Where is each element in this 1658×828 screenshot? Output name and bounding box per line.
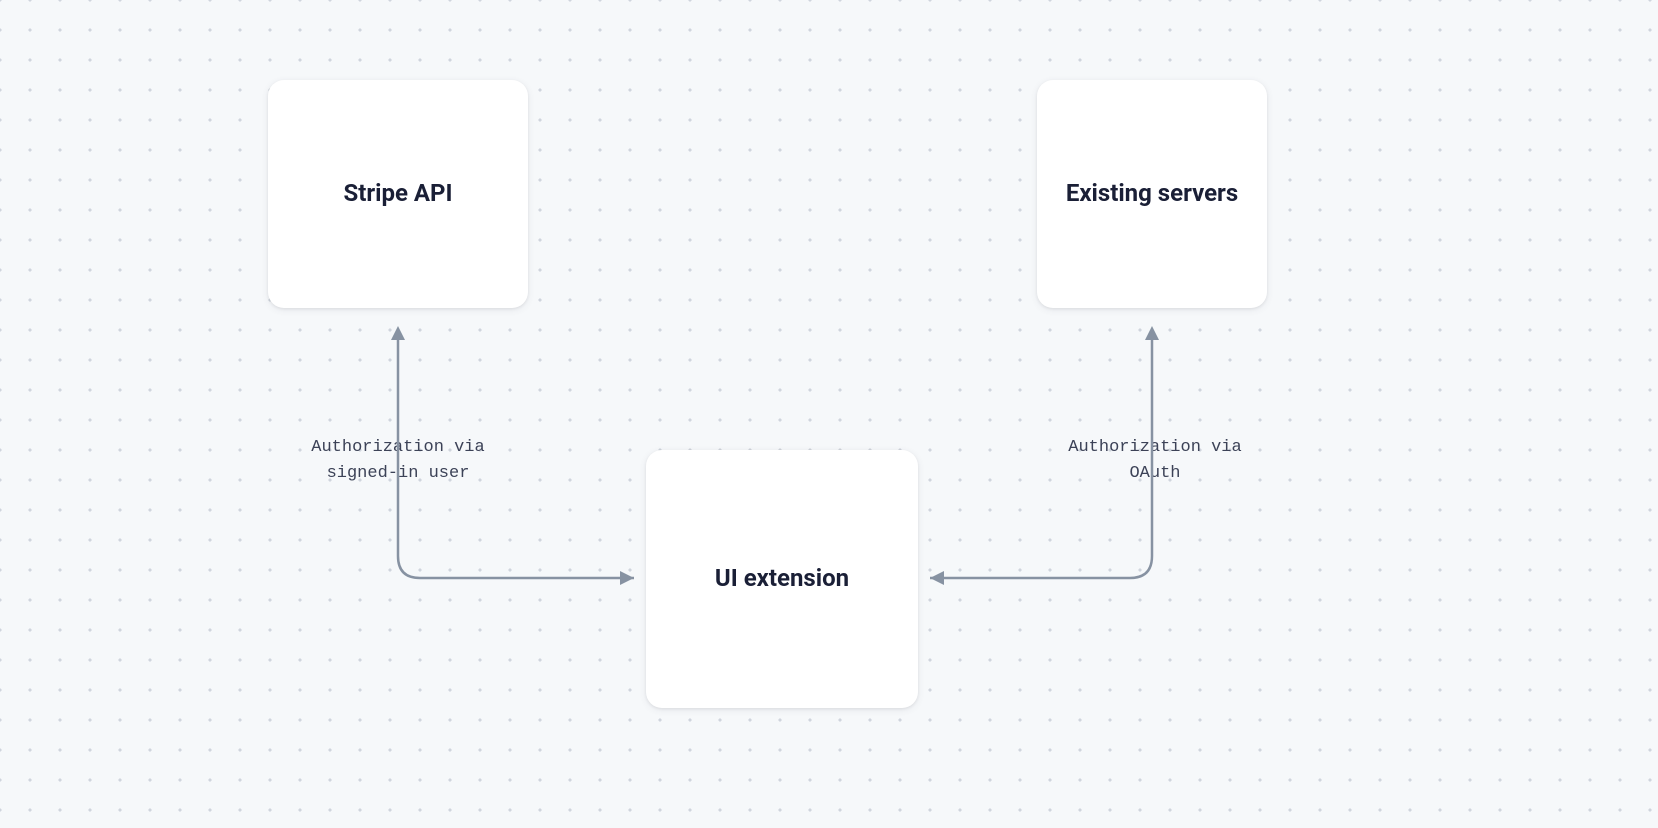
- arrow-right: [0, 0, 1658, 828]
- arrowhead-up-into-servers: [1145, 326, 1159, 340]
- arrowhead-left-into-ui-right: [930, 571, 944, 585]
- arrow-right-path: [930, 340, 1152, 578]
